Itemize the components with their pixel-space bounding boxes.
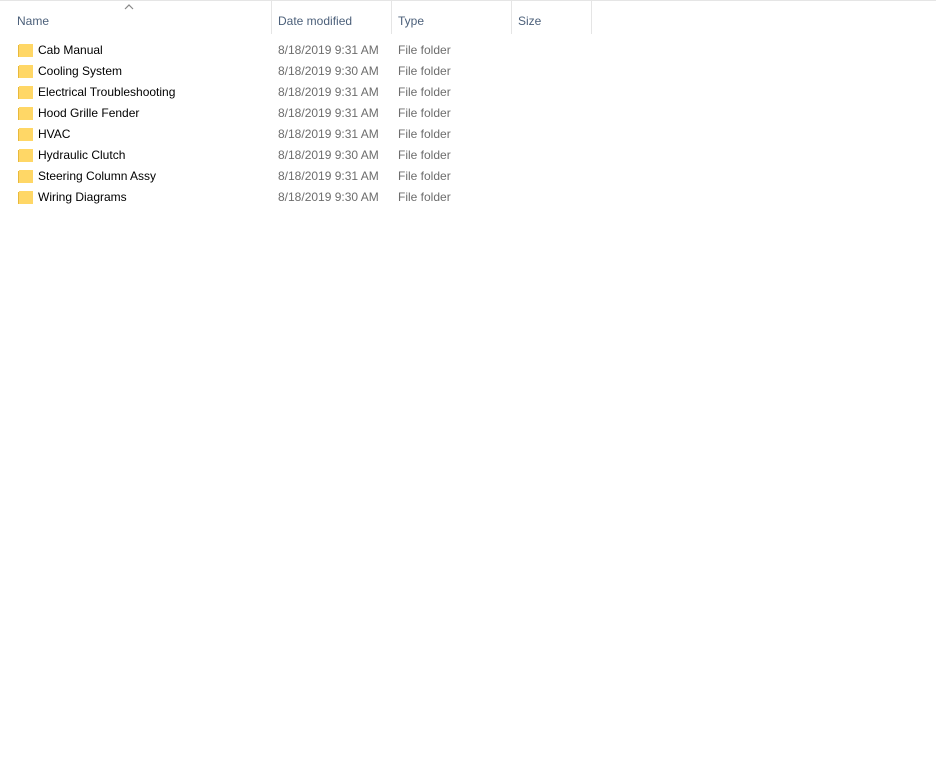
file-list: Cab Manual 8/18/2019 9:31 AM File folder Co… — [0, 40, 600, 208]
file-name: Cab Manual — [38, 43, 103, 57]
file-row[interactable]: HVAC 8/18/2019 9:31 AM File folder — [0, 124, 600, 145]
file-date-modified: 8/18/2019 9:30 AM — [278, 148, 379, 162]
column-header-size[interactable]: Size — [512, 1, 592, 34]
file-type: File folder — [398, 106, 451, 120]
folder-icon — [18, 86, 33, 99]
column-header-type-label: Type — [398, 14, 425, 28]
file-name: Electrical Troubleshooting — [38, 85, 176, 99]
file-date-modified: 8/18/2019 9:31 AM — [278, 127, 379, 141]
file-row[interactable]: Electrical Troubleshooting 8/18/2019 9:31… — [0, 82, 600, 103]
file-type: File folder — [398, 127, 451, 141]
file-date-modified: 8/18/2019 9:31 AM — [278, 106, 379, 120]
chevron-up-icon — [124, 4, 134, 10]
file-row[interactable]: Steering Column Assy 8/18/2019 9:31 AM Fil… — [0, 166, 600, 187]
file-type: File folder — [398, 148, 451, 162]
folder-icon — [18, 65, 33, 78]
file-type: File folder — [398, 85, 451, 99]
file-type: File folder — [398, 43, 451, 57]
file-type: File folder — [398, 169, 451, 183]
file-date-modified: 8/18/2019 9:30 AM — [278, 64, 379, 78]
file-date-modified: 8/18/2019 9:31 AM — [278, 43, 379, 57]
file-name: Hydraulic Clutch — [38, 148, 126, 162]
file-row[interactable]: Hood Grille Fender 8/18/2019 9:31 AM File … — [0, 103, 600, 124]
file-date-modified: 8/18/2019 9:31 AM — [278, 85, 379, 99]
file-name: Steering Column Assy — [38, 169, 157, 183]
file-name: Wiring Diagrams — [38, 190, 127, 204]
file-name: Cooling System — [38, 64, 123, 78]
folder-icon — [18, 128, 33, 141]
file-row[interactable]: Wiring Diagrams 8/18/2019 9:30 AM File fol… — [0, 187, 600, 208]
column-header-type[interactable]: Type — [392, 1, 512, 34]
folder-icon — [18, 107, 33, 120]
file-type: File folder — [398, 190, 451, 204]
file-row[interactable]: Cooling System 8/18/2019 9:30 AM File fold… — [0, 61, 600, 82]
folder-icon — [18, 44, 33, 57]
column-header-size-label: Size — [518, 14, 542, 28]
file-row[interactable]: Cab Manual 8/18/2019 9:31 AM File folder — [0, 40, 600, 61]
column-header-date-modified[interactable]: Date modified — [272, 1, 392, 34]
file-row[interactable]: Hydraulic Clutch 8/18/2019 9:30 AM File fo… — [0, 145, 600, 166]
file-name: HVAC — [38, 127, 71, 141]
column-header-bar: Name Date modified Type Size — [0, 1, 936, 34]
folder-icon — [18, 191, 33, 204]
column-header-date-label: Date modified — [278, 14, 353, 28]
folder-icon — [18, 170, 33, 183]
file-date-modified: 8/18/2019 9:31 AM — [278, 169, 379, 183]
folder-icon — [18, 149, 33, 162]
column-header-name[interactable]: Name — [0, 1, 272, 34]
file-date-modified: 8/18/2019 9:30 AM — [278, 190, 379, 204]
file-name: Hood Grille Fender — [38, 106, 140, 120]
column-header-name-label: Name — [17, 14, 50, 28]
file-type: File folder — [398, 64, 451, 78]
